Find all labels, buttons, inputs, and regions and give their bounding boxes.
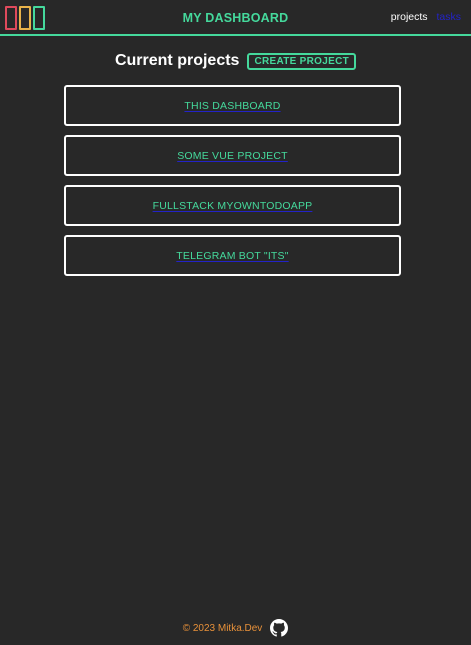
top-nav: projects tasks — [385, 11, 461, 23]
project-card[interactable]: FULLSTACK MYOWNTODOAPP — [64, 185, 401, 226]
project-list: THIS DASHBOARD SOME VUE PROJECT FULLSTAC… — [64, 85, 401, 285]
create-project-button[interactable]: CREATE PROJECT — [247, 52, 357, 70]
nav-link-tasks[interactable]: tasks — [436, 11, 461, 23]
page-title: Current projects — [114, 52, 240, 69]
project-link[interactable]: FULLSTACK MYOWNTODOAPP — [153, 200, 313, 212]
project-link[interactable]: TELEGRAM BOT "ITS" — [176, 250, 288, 262]
project-link[interactable]: SOME VUE PROJECT — [177, 150, 288, 162]
project-card[interactable]: SOME VUE PROJECT — [64, 135, 401, 176]
project-card[interactable]: THIS DASHBOARD — [64, 85, 401, 126]
project-link[interactable]: THIS DASHBOARD — [184, 100, 280, 112]
footer: © 2023 Mitka.Dev — [0, 619, 471, 637]
app-header: MY DASHBOARD projects tasks — [0, 0, 471, 36]
projects-header: Current projects CREATE PROJECT — [0, 52, 471, 70]
github-icon[interactable] — [270, 619, 289, 637]
project-card[interactable]: TELEGRAM BOT "ITS" — [64, 235, 401, 276]
copyright-text: © 2023 Mitka.Dev — [182, 622, 263, 634]
nav-link-projects[interactable]: projects — [391, 11, 428, 23]
